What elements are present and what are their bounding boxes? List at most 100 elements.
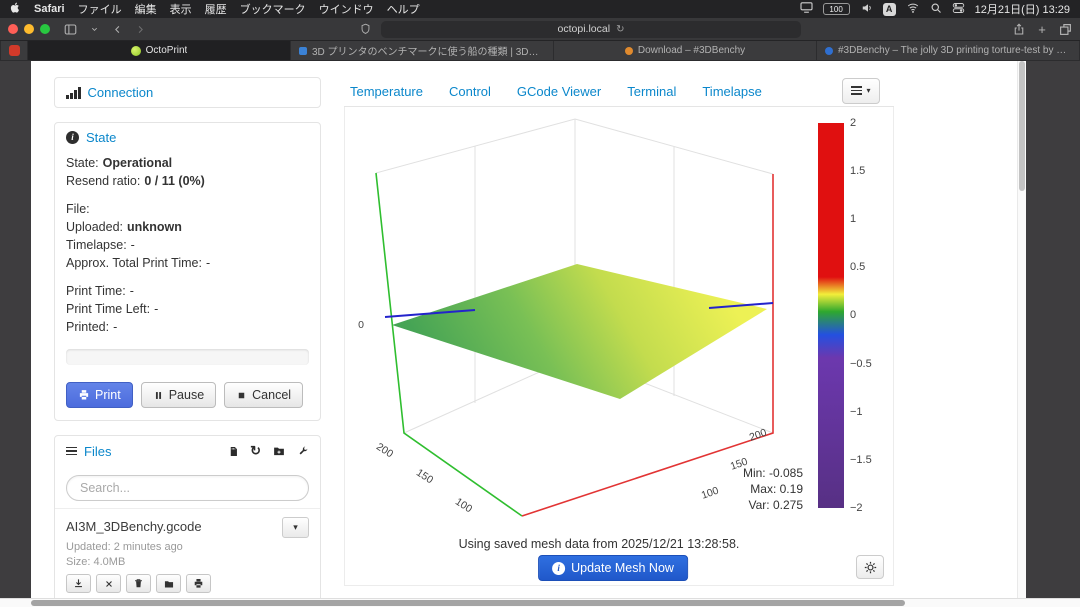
state-panel-header[interactable]: i State bbox=[55, 123, 320, 152]
apple-icon bbox=[10, 1, 21, 14]
input-source-icon[interactable]: A bbox=[883, 3, 896, 16]
sd-card-button[interactable] bbox=[228, 445, 239, 458]
battery-icon[interactable]: 100 bbox=[823, 3, 850, 15]
plugin-settings-button[interactable] bbox=[856, 555, 884, 579]
delete-file-button[interactable] bbox=[126, 574, 151, 593]
upload-folder-button[interactable] bbox=[272, 445, 286, 457]
menubar-app-name[interactable]: Safari bbox=[34, 3, 65, 15]
colorbar-tick: 1.5 bbox=[850, 165, 865, 177]
cancel-button[interactable]: Cancel bbox=[224, 382, 303, 408]
vertical-scrollbar-thumb[interactable] bbox=[1019, 61, 1025, 191]
menu-window[interactable]: ウインドウ bbox=[319, 1, 374, 17]
horizontal-scrollbar-thumb[interactable] bbox=[31, 600, 905, 606]
privacy-shield-icon[interactable] bbox=[358, 23, 372, 35]
refresh-icon: ↻ bbox=[250, 443, 261, 459]
menu-file[interactable]: ファイル bbox=[78, 1, 122, 17]
menu-history[interactable]: 履歴 bbox=[205, 1, 227, 17]
search-icon[interactable] bbox=[930, 2, 942, 17]
update-mesh-button[interactable]: i Update Mesh Now bbox=[538, 555, 688, 581]
uploaded-value: unknown bbox=[127, 220, 182, 234]
address-bar[interactable]: octopi.local ↻ bbox=[381, 21, 801, 38]
pause-icon bbox=[153, 390, 164, 401]
tab-label: OctoPrint bbox=[146, 45, 188, 56]
tab-control[interactable]: Control bbox=[449, 84, 491, 99]
file-actions bbox=[66, 574, 309, 593]
z-tick-label: 0 bbox=[358, 319, 364, 331]
pause-button[interactable]: Pause bbox=[141, 382, 216, 408]
browser-tab-octoprint[interactable]: OctoPrint bbox=[28, 41, 290, 60]
browser-tab-benchy-site[interactable]: #3DBenchy – The jolly 3D printing tortur… bbox=[817, 41, 1079, 60]
print-file-button[interactable] bbox=[186, 574, 211, 593]
reload-icon[interactable]: ↻ bbox=[616, 24, 624, 35]
menu-help[interactable]: ヘルプ bbox=[387, 1, 420, 17]
back-button[interactable] bbox=[110, 23, 124, 36]
tab-terminal[interactable]: Terminal bbox=[627, 84, 676, 99]
file-entry: AI3M_3DBenchy.gcode ▾ Updated: 2 minutes… bbox=[55, 508, 320, 598]
sidebar-toggle-button[interactable] bbox=[63, 23, 78, 36]
tab-overview-button[interactable] bbox=[1058, 23, 1072, 36]
printer-icon bbox=[193, 578, 204, 589]
timelapse-label: Timelapse: bbox=[66, 238, 127, 252]
stop-icon bbox=[236, 390, 247, 401]
printed-line: Printed:- bbox=[66, 318, 309, 336]
pinned-tab[interactable] bbox=[1, 41, 27, 60]
control-center-icon[interactable] bbox=[952, 2, 965, 17]
fullscreen-window-button[interactable] bbox=[40, 24, 50, 34]
browser-tab-benchmark-article[interactable]: 3D プリンタのベンチマークに使う船の種類 | 3Dエンジン bbox=[291, 41, 553, 60]
share-button[interactable] bbox=[1012, 23, 1026, 36]
tab-label: Download – #3DBenchy bbox=[638, 45, 745, 56]
print-time-value: - bbox=[130, 284, 134, 298]
menu-edit[interactable]: 編集 bbox=[135, 1, 157, 17]
pinned-tab-icon bbox=[9, 45, 20, 56]
forward-button[interactable] bbox=[133, 23, 147, 36]
file-dropdown-button[interactable]: ▾ bbox=[282, 517, 309, 538]
new-tab-button[interactable]: + bbox=[1035, 22, 1049, 37]
tab-overflow-button[interactable]: ▾ bbox=[842, 78, 880, 104]
mesh-stat-var: Var: 0.275 bbox=[743, 497, 803, 513]
refresh-files-button[interactable]: ↻ bbox=[250, 443, 261, 459]
timelapse-line: Timelapse:- bbox=[66, 236, 309, 254]
menu-view[interactable]: 表示 bbox=[170, 1, 192, 17]
octoprint-main: Temperature Control GCode Viewer Termina… bbox=[344, 77, 894, 586]
info-icon: i bbox=[552, 562, 565, 575]
menubar-clock[interactable]: 12月21日(日) 13:29 bbox=[975, 1, 1070, 17]
tab-temperature[interactable]: Temperature bbox=[350, 84, 423, 99]
print-time-left-value: - bbox=[154, 302, 158, 316]
wifi-icon[interactable] bbox=[906, 2, 920, 16]
file-name[interactable]: AI3M_3DBenchy.gcode bbox=[66, 517, 202, 534]
volume-icon[interactable] bbox=[860, 2, 873, 17]
connection-title: Connection bbox=[88, 85, 154, 100]
horizontal-scrollbar[interactable] bbox=[0, 598, 1080, 607]
tab-gcode-viewer[interactable]: GCode Viewer bbox=[517, 84, 601, 99]
page-vertical-scrollbar[interactable] bbox=[1017, 61, 1026, 598]
browser-tab-download-benchy[interactable]: Download – #3DBenchy bbox=[554, 41, 816, 60]
files-panel: Files ↻ AI3M_3DBenchy.gcode bbox=[54, 435, 321, 598]
files-search-input[interactable] bbox=[66, 475, 309, 501]
colorbar-ticks: 2 1.5 1 0.5 0 −0.5 −1 −1.5 −2 bbox=[850, 123, 890, 508]
tab-favicon bbox=[625, 47, 633, 55]
connection-panel-header[interactable]: Connection bbox=[55, 78, 320, 107]
resend-value: 0 / 11 (0%) bbox=[144, 174, 204, 188]
deselect-file-button[interactable] bbox=[96, 574, 121, 593]
chevron-down-icon[interactable] bbox=[87, 26, 101, 33]
macos-menubar: Safari ファイル 編集 表示 履歴 ブックマーク ウインドウ ヘルプ 10… bbox=[0, 0, 1080, 18]
files-panel-header[interactable]: Files ↻ bbox=[55, 436, 320, 466]
print-button[interactable]: Print bbox=[66, 382, 133, 408]
load-file-button[interactable] bbox=[66, 574, 91, 593]
resend-label: Resend ratio: bbox=[66, 174, 140, 188]
tab-timelapse[interactable]: Timelapse bbox=[702, 84, 761, 99]
file-updated: Updated: 2 minutes ago bbox=[66, 541, 309, 553]
display-icon[interactable] bbox=[800, 2, 813, 16]
minimize-window-button[interactable] bbox=[24, 24, 34, 34]
octoprint-favicon bbox=[131, 46, 141, 56]
close-window-button[interactable] bbox=[8, 24, 18, 34]
move-file-button[interactable] bbox=[156, 574, 181, 593]
apple-menu[interactable] bbox=[10, 1, 21, 17]
printer-icon bbox=[78, 389, 90, 401]
file-line: File: bbox=[66, 200, 309, 218]
menu-bookmarks[interactable]: ブックマーク bbox=[240, 1, 306, 17]
info-icon: i bbox=[66, 131, 79, 144]
files-settings-button[interactable] bbox=[297, 445, 309, 457]
mesh-stat-min: Min: -0.085 bbox=[743, 465, 803, 481]
folder-icon bbox=[163, 579, 175, 589]
